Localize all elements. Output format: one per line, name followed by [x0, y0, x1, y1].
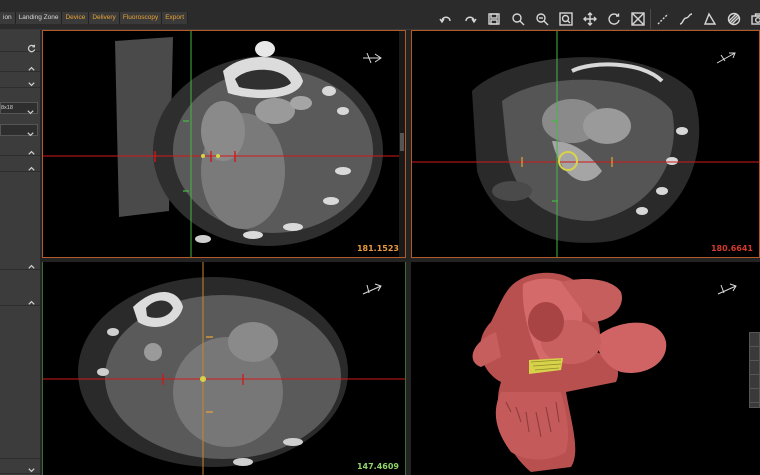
sidebar-row-expand-2 — [0, 460, 40, 474]
undo-icon — [439, 16, 451, 24]
collapse-button-5[interactable] — [27, 294, 36, 305]
zoom-out-icon — [536, 13, 549, 26]
refresh-icon — [27, 44, 36, 53]
collapse-button-1[interactable] — [27, 60, 36, 71]
orientation-marker — [716, 282, 738, 296]
save-button[interactable] — [482, 9, 506, 29]
sagittal-ct-image — [412, 31, 759, 257]
rotate-icon — [608, 13, 620, 25]
zoom-button[interactable] — [506, 9, 530, 29]
workflow-tabs: ion Landing Zone Device Delivery Fluoros… — [0, 12, 189, 24]
zoom-icon — [512, 13, 525, 26]
chevron-up-icon — [28, 166, 35, 171]
render3d-viewport[interactable] — [411, 262, 760, 475]
window-level-icon — [727, 12, 741, 26]
tab-fluoroscopy[interactable]: Fluoroscopy — [119, 12, 163, 24]
orientation-marker — [361, 282, 383, 296]
coronal-viewport[interactable]: 147.4609 — [42, 262, 406, 475]
pan-button[interactable] — [578, 9, 602, 29]
expand-button-2[interactable] — [27, 462, 36, 473]
heart-3d-model — [472, 272, 667, 472]
size-dropdown-value: 8x18 — [1, 105, 13, 111]
sidebar-row-bottom — [0, 445, 40, 459]
tab-export[interactable]: Export — [162, 12, 189, 24]
app-window: ion Landing Zone Device Delivery Fluoros… — [0, 0, 760, 475]
axial-slice-readout: 181.1523 — [356, 244, 399, 253]
option-dropdown[interactable] — [0, 124, 38, 137]
angle-measure-icon — [703, 12, 717, 25]
collapse-button-2[interactable] — [27, 144, 36, 155]
screenshot-button[interactable] — [746, 9, 760, 29]
axial-scrollbar[interactable] — [399, 31, 405, 257]
orientation-marker — [715, 51, 737, 65]
render3d-tool-2[interactable] — [750, 349, 759, 361]
chevron-up-icon — [28, 150, 35, 155]
sidebar-row-collapse-3 — [0, 158, 40, 172]
zoom-out-button[interactable] — [530, 9, 554, 29]
tab-landing-zone[interactable]: Landing Zone — [15, 12, 63, 24]
orientation-icon — [716, 52, 736, 64]
zoom-fit-button[interactable] — [554, 9, 578, 29]
sagittal-slice-readout: 180.6641 — [710, 244, 753, 253]
tab-device[interactable]: Device — [62, 12, 90, 24]
scroll-thumb[interactable] — [400, 132, 404, 151]
orientation-icon — [363, 52, 382, 64]
axial-ct-image — [43, 31, 405, 257]
render3d-tool-1[interactable] — [750, 335, 759, 347]
render3d-toolstrip — [749, 332, 760, 408]
render3d-tool-4[interactable] — [750, 377, 759, 389]
sidebar-row-collapse-4 — [0, 256, 40, 270]
line-measure-icon — [657, 13, 668, 25]
crop-button[interactable] — [626, 9, 650, 29]
tab-delivery[interactable]: Delivery — [89, 12, 120, 24]
expand-button-1[interactable] — [27, 76, 36, 87]
line-measure-button[interactable] — [650, 9, 674, 29]
axial-viewport[interactable]: 181.1523 — [42, 30, 406, 258]
chevron-down-icon — [28, 468, 35, 473]
sidebar-row-expand-1 — [0, 74, 40, 88]
zoom-fit-icon — [559, 12, 573, 26]
render3d-tool-3[interactable] — [750, 363, 759, 375]
orientation-icon — [717, 283, 737, 295]
chevron-up-icon — [28, 264, 35, 269]
rotate-button[interactable] — [602, 9, 626, 29]
size-dropdown[interactable]: 8x18 — [0, 102, 38, 115]
curve-measure-button[interactable] — [674, 9, 698, 29]
collapse-button-3[interactable] — [27, 160, 36, 171]
coronal-ct-image — [43, 262, 405, 475]
tab-ion[interactable]: ion — [0, 12, 16, 24]
orientation-icon — [362, 283, 382, 295]
crop-icon — [631, 12, 645, 26]
undo-button[interactable] — [434, 9, 458, 29]
chevron-down-icon — [26, 104, 35, 115]
sidebar-row-collapse-1 — [0, 58, 40, 72]
render3d-tool-5[interactable] — [750, 391, 759, 403]
window-level-button[interactable] — [722, 9, 746, 29]
chevron-up-icon — [28, 66, 35, 71]
curve-measure-icon — [679, 13, 693, 25]
chevron-down-icon — [28, 82, 35, 87]
redo-icon — [465, 16, 477, 24]
sidebar-row-collapse-5 — [0, 292, 40, 306]
orientation-marker — [361, 51, 383, 65]
sagittal-viewport[interactable]: 180.6641 — [411, 30, 760, 258]
redo-button[interactable] — [458, 9, 482, 29]
angle-measure-button[interactable] — [698, 9, 722, 29]
save-icon — [488, 13, 500, 25]
chevron-down-icon — [26, 126, 35, 137]
coronal-slice-readout: 147.4609 — [356, 462, 399, 471]
sidebar-row-refresh — [0, 38, 40, 53]
collapse-button-4[interactable] — [27, 258, 36, 269]
refresh-button[interactable] — [27, 40, 36, 53]
camera-icon — [751, 13, 760, 25]
chevron-up-icon — [28, 300, 35, 305]
left-sidebar: 8x18 — [0, 30, 40, 475]
pan-icon — [583, 12, 597, 26]
sidebar-row-collapse-2 — [0, 142, 40, 156]
toolbar — [434, 9, 760, 29]
top-bar: ion Landing Zone Device Delivery Fluoros… — [0, 0, 760, 30]
